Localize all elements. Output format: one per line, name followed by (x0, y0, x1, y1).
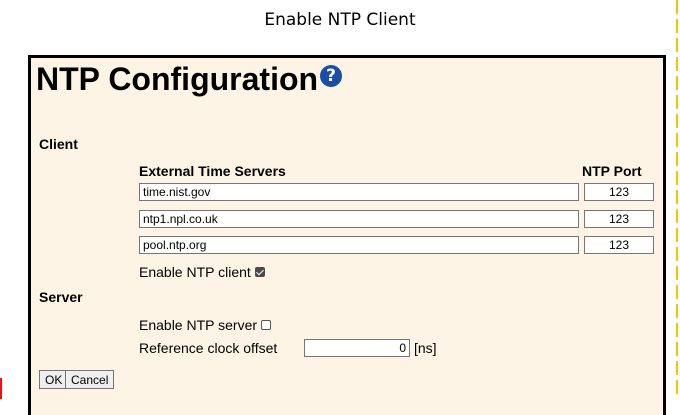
enable-ntp-server-row: Enable NTP server (139, 317, 272, 333)
page-title: NTP Configuration ? (36, 61, 343, 98)
time-server-2-input[interactable] (139, 210, 579, 228)
ntp-config-panel: NTP Configuration ? Client External Time… (28, 55, 666, 415)
enable-ntp-client-row: Enable NTP client (139, 264, 265, 280)
time-server-1-port-input[interactable] (584, 183, 654, 201)
title-text: NTP Configuration (36, 61, 319, 97)
enable-ntp-server-checkbox[interactable] (261, 320, 272, 331)
server-section-label: Server (39, 289, 83, 305)
time-server-3-input[interactable] (139, 236, 579, 254)
enable-ntp-client-label: Enable NTP client (139, 264, 251, 280)
page-caption: Enable NTP Client (264, 10, 416, 30)
reference-clock-offset-label: Reference clock offset (139, 340, 278, 356)
time-server-2-port-input[interactable] (584, 210, 654, 228)
left-edge-decoration (0, 378, 2, 399)
help-icon[interactable]: ? (320, 64, 343, 87)
client-section-label: Client (39, 136, 78, 152)
time-server-1-input[interactable] (139, 183, 579, 201)
offset-unit-label: [ns] (414, 340, 437, 356)
enable-ntp-client-checkbox[interactable] (254, 267, 265, 278)
servers-column-header: External Time Servers (139, 163, 286, 179)
right-edge-decoration (676, 0, 678, 399)
enable-ntp-server-label: Enable NTP server (139, 317, 258, 333)
cancel-button[interactable]: Cancel (65, 370, 115, 389)
ok-button[interactable]: OK (39, 370, 69, 389)
time-server-3-port-input[interactable] (584, 236, 654, 254)
reference-clock-offset-input[interactable] (304, 339, 410, 357)
port-column-header: NTP Port (582, 163, 642, 179)
